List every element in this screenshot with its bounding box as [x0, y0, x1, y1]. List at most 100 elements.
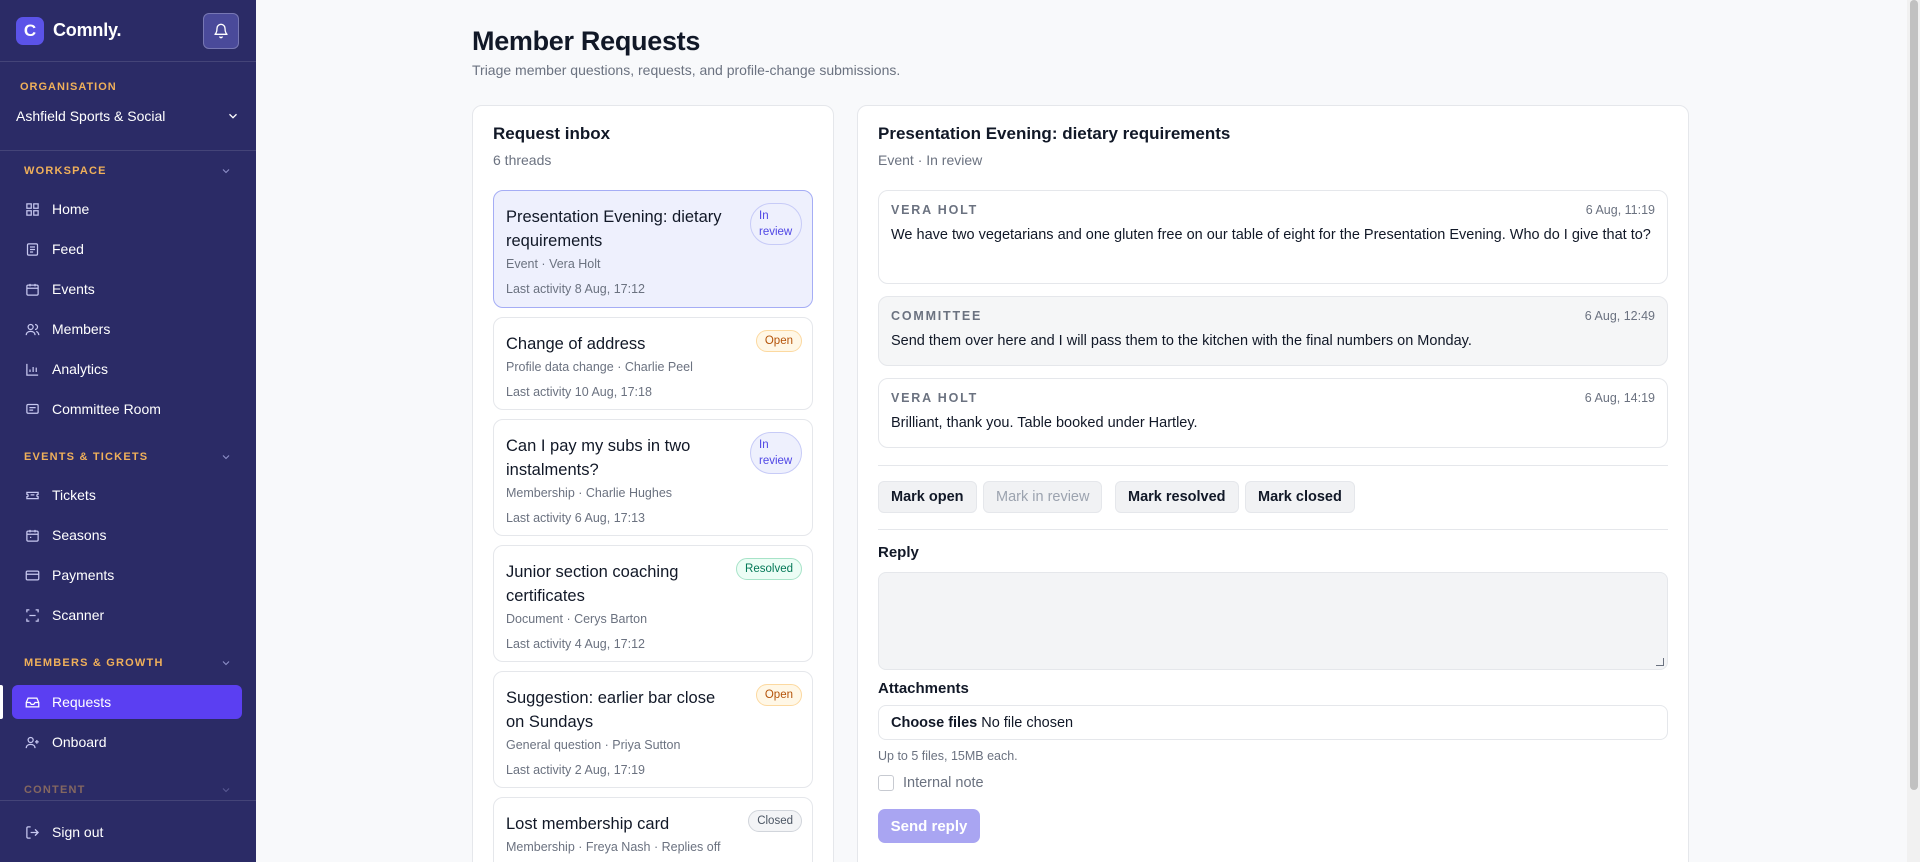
- thread-title: Lost membership card: [506, 815, 670, 833]
- thread-activity: Last activity 10 Aug, 17:18: [506, 385, 652, 399]
- organisation-label: ORGANISATION: [20, 81, 117, 93]
- chevron-down-icon: [222, 788, 230, 793]
- sidebar-item-payments[interactable]: Payments: [12, 558, 242, 592]
- sidebar-item-analytics[interactable]: Analytics: [12, 352, 242, 386]
- thread-detail-title: Presentation Evening: dietary requiremen…: [878, 124, 1231, 143]
- sidebar-footer: Sign out: [0, 800, 256, 862]
- thread-activity: Last activity 8 Aug, 17:12: [506, 282, 645, 296]
- message-author: VERA HOLT: [891, 391, 979, 405]
- chevron-down-icon: [229, 113, 237, 119]
- sidebar-item-label: Seasons: [52, 527, 107, 543]
- sidebar-item-label: Home: [52, 201, 90, 217]
- resize-handle[interactable]: [1656, 658, 1664, 666]
- message-time: 6 Aug, 14:19: [1584, 391, 1655, 405]
- section-title: WORKSPACE: [24, 165, 107, 177]
- inbox-count: 6 threads: [493, 152, 552, 168]
- page-scrollbar-thumb[interactable]: [1910, 0, 1918, 790]
- thread-item[interactable]: Can I pay my subs in two instalments? Me…: [493, 419, 813, 536]
- page-subtitle: Triage member questions, requests, and p…: [472, 62, 901, 78]
- sidebar-item-label: Events: [52, 281, 95, 297]
- thread-item[interactable]: Junior section coaching certificates Doc…: [493, 545, 813, 662]
- brand-name: Comnly.: [53, 20, 122, 40]
- divider: [878, 465, 1668, 466]
- mark-in-review-button[interactable]: Mark in review: [983, 481, 1103, 513]
- thread-activity: Last activity 2 Aug, 17:19: [506, 763, 645, 777]
- section-workspace[interactable]: WORKSPACE: [24, 165, 232, 177]
- choose-files-button[interactable]: Choose files: [891, 715, 977, 731]
- section-members-growth[interactable]: MEMBERS & GROWTH: [24, 657, 232, 669]
- sidebar-item-onboard[interactable]: Onboard: [12, 725, 242, 759]
- message-card: VERA HOLT 6 Aug, 11:19 We have two veget…: [878, 190, 1668, 284]
- mark-resolved-button[interactable]: Mark resolved: [1115, 481, 1239, 513]
- message-time: 6 Aug, 11:19: [1585, 203, 1655, 217]
- sidebar-item-label: Payments: [52, 567, 115, 583]
- sidebar-item-feed[interactable]: Feed: [12, 232, 242, 266]
- thread-title: Can I pay my subs in two instalments?: [506, 437, 691, 479]
- message-card: VERA HOLT 6 Aug, 14:19 Brilliant, thank …: [878, 378, 1668, 448]
- attachments-input[interactable]: Choose files No file chosen: [878, 705, 1668, 740]
- sidebar-item-label: Members: [52, 321, 111, 337]
- message-time: 6 Aug, 12:49: [1584, 309, 1655, 323]
- notifications-button[interactable]: [203, 13, 239, 49]
- thread-activity: Last activity 4 Aug, 17:12: [506, 637, 645, 651]
- message-body: Brilliant, thank you. Table booked under…: [891, 415, 1198, 431]
- thread-item[interactable]: Suggestion: earlier bar close on Sundays…: [493, 671, 813, 788]
- sidebar-item-home[interactable]: Home: [12, 192, 242, 226]
- sidebar-item-label: Committee Room: [52, 401, 161, 417]
- divider: [878, 529, 1668, 530]
- feed-icon: [24, 241, 40, 257]
- section-content[interactable]: CONTENT: [24, 784, 232, 796]
- thread-meta: Membership · Charlie Hughes: [506, 486, 673, 500]
- calendar-icon: [24, 527, 40, 543]
- bell-icon: [214, 23, 228, 39]
- thread-meta: Profile data change · Charlie Peel: [506, 360, 693, 374]
- thread-meta: Document · Cerys Barton: [506, 612, 648, 626]
- sidebar-item-label: Scanner: [52, 607, 105, 623]
- thread-item[interactable]: Presentation Evening: dietary requiremen…: [493, 190, 813, 308]
- thread-title: Change of address: [506, 335, 646, 353]
- sidebar-item-label: Feed: [52, 241, 84, 257]
- sign-out-button[interactable]: Sign out: [12, 815, 242, 849]
- sign-out-label: Sign out: [52, 824, 104, 840]
- page-title: Member Requests: [472, 26, 701, 56]
- chevron-down-icon: [222, 455, 230, 460]
- thread-meta: Membership · Freya Nash · Replies off: [506, 840, 721, 854]
- chat-icon: [24, 401, 40, 417]
- sidebar-item-members[interactable]: Members: [12, 312, 242, 346]
- organisation-value: Ashfield Sports & Social: [16, 108, 166, 124]
- active-indicator: [0, 685, 3, 719]
- reply-textarea[interactable]: [878, 572, 1668, 670]
- section-events-tickets[interactable]: EVENTS & TICKETS: [24, 451, 232, 463]
- mark-closed-button[interactable]: Mark closed: [1245, 481, 1355, 513]
- thread-title: Presentation Evening: dietary requiremen…: [506, 208, 722, 250]
- sidebar-item-events[interactable]: Events: [12, 272, 242, 306]
- thread-item[interactable]: Lost membership card Membership · Freya …: [493, 797, 813, 862]
- thread-meta: Event · Vera Holt: [506, 257, 601, 271]
- status-badge: Open: [755, 330, 802, 352]
- organisation-select[interactable]: Ashfield Sports & Social: [16, 104, 240, 128]
- thread-activity: Last activity 6 Aug, 17:13: [506, 511, 645, 525]
- internal-note-checkbox[interactable]: [878, 775, 894, 791]
- thread-item[interactable]: Change of address Profile data change · …: [493, 317, 813, 410]
- inbox-title: Request inbox: [493, 124, 611, 143]
- sidebar-item-tickets[interactable]: Tickets: [12, 478, 242, 512]
- thread-detail-panel: Presentation Evening: dietary requiremen…: [857, 105, 1689, 862]
- sidebar-item-label: Analytics: [52, 361, 109, 377]
- sidebar-item-label: Tickets: [52, 487, 96, 503]
- internal-note-row[interactable]: Internal note: [878, 775, 984, 791]
- reply-label: Reply: [878, 544, 919, 561]
- sidebar-item-requests[interactable]: Requests: [12, 685, 242, 719]
- sidebar-item-committee-room[interactable]: Committee Room: [12, 392, 242, 426]
- send-reply-button[interactable]: Send reply: [878, 809, 980, 843]
- mark-open-button[interactable]: Mark open: [878, 481, 977, 513]
- thread-meta: General question · Priya Sutton: [506, 738, 681, 752]
- sidebar-item-scanner[interactable]: Scanner: [12, 598, 242, 632]
- sidebar-item-label: Requests: [52, 694, 112, 710]
- card-icon: [24, 567, 40, 583]
- sidebar-item-seasons[interactable]: Seasons: [12, 518, 242, 552]
- user-plus-icon: [24, 734, 40, 750]
- sidebar-divider: [0, 150, 256, 151]
- message-card: COMMITTEE 6 Aug, 12:49 Send them over he…: [878, 296, 1668, 366]
- attachments-hint: Up to 5 files, 15MB each.: [878, 749, 1018, 763]
- section-title: EVENTS & TICKETS: [24, 451, 149, 463]
